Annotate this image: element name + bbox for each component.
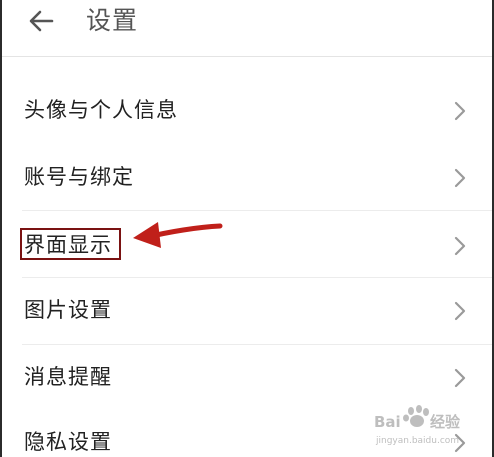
settings-item-image-settings[interactable]: 图片设置 [2,278,492,344]
highlight-box [20,228,121,260]
settings-item-label: 图片设置 [24,298,112,322]
settings-item-label: 消息提醒 [24,365,112,389]
chevron-right-icon [454,301,466,321]
chevron-right-icon [454,168,466,188]
svg-text:经验: 经验 [430,413,461,431]
settings-item-avatar-profile[interactable]: 头像与个人信息 [2,77,492,143]
settings-item-account-binding[interactable]: 账号与绑定 [2,143,492,209]
watermark-logo: Bai 经验 jingyan.baidu.com [374,405,461,446]
back-button[interactable] [24,4,58,38]
chevron-right-icon [454,236,466,256]
arrow-left-icon [29,10,54,32]
chevron-right-icon [454,368,466,388]
settings-item-label: 账号与绑定 [24,165,134,189]
settings-item-label: 头像与个人信息 [24,98,178,122]
app-header: 设置 [2,0,492,57]
svg-text:Bai: Bai [374,413,401,431]
watermark-url: jingyan.baidu.com [375,436,459,446]
page-title: 设置 [86,6,139,35]
chevron-right-icon [454,101,466,121]
red-arrow-icon [133,222,223,248]
settings-item-label: 隐私设置 [24,430,112,454]
